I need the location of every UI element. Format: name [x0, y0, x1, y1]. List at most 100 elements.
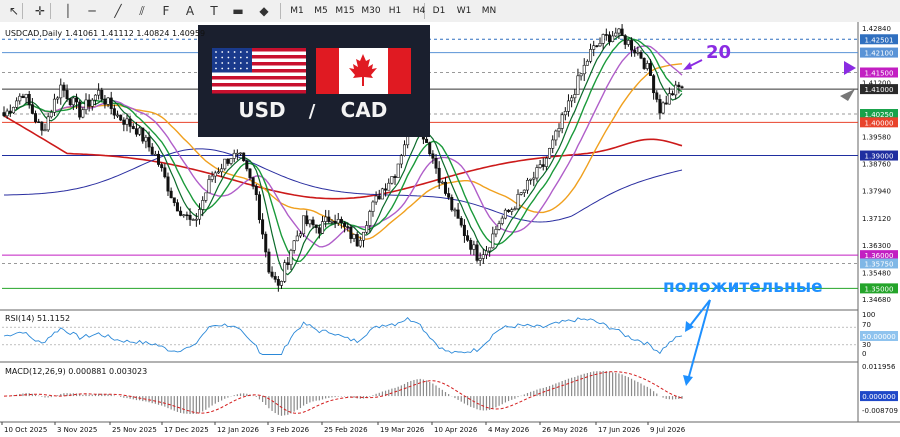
ma-period-annotation: 20 [706, 42, 731, 63]
text-icon[interactable]: A [182, 3, 198, 19]
candle-body [595, 45, 599, 47]
candle-body [349, 226, 353, 239]
candle-body [298, 233, 302, 237]
candle-body [358, 239, 362, 247]
candle-body [213, 172, 217, 177]
candle-body [141, 127, 145, 142]
candle-body [116, 114, 120, 117]
us-flag-star [221, 62, 224, 64]
candle-body [43, 129, 47, 132]
candle-body [623, 35, 627, 45]
us-flag-star [233, 56, 236, 59]
us-flag-star [246, 67, 248, 70]
candle-body [52, 98, 56, 113]
candle-body [11, 106, 15, 114]
candle-body [100, 89, 104, 100]
candle-body [437, 167, 441, 183]
cursor-arrow-icon[interactable]: ↖ [6, 3, 22, 19]
time-axis-label: 26 May 2026 [542, 426, 588, 434]
price-axis-label: 1.35480 [862, 269, 891, 277]
crosshair-icon[interactable]: ✛ [32, 3, 48, 19]
toolbar-separator [50, 3, 51, 19]
candle-body [503, 209, 507, 219]
price-tag-text: 1.42100 [865, 50, 894, 58]
candle-body [399, 155, 403, 165]
timeframe-m5[interactable]: M5 [311, 3, 331, 19]
candle-body [488, 247, 492, 252]
us-flag-stripe [212, 86, 306, 90]
candle-body [97, 89, 101, 96]
us-flag-stripe [212, 72, 306, 76]
timeframe-m15[interactable]: M15 [334, 3, 356, 19]
price-axis-label: 1.36300 [862, 242, 891, 250]
us-flag-star [246, 62, 248, 64]
candle-body [71, 97, 75, 106]
timeframe-w1[interactable]: W1 [454, 3, 474, 19]
candle-body [248, 168, 252, 178]
candle-body [185, 214, 189, 217]
shapes-dropdown-icon[interactable]: ◆ [256, 3, 272, 19]
candle-body [664, 102, 668, 105]
candle-body [371, 201, 375, 212]
candle-body [78, 101, 82, 118]
candle-body [428, 142, 432, 155]
horizontal-line-icon[interactable]: ─ [84, 3, 100, 19]
candle-body [352, 234, 356, 239]
candle-body [674, 84, 678, 96]
candle-body [131, 126, 135, 129]
timeframe-m30[interactable]: M30 [360, 3, 382, 19]
candle-body [308, 219, 312, 225]
candle-body [636, 51, 640, 54]
price-tag-text: 1.41500 [865, 70, 894, 78]
candle-body [220, 168, 224, 173]
candle-body [402, 144, 406, 156]
timeframe-m1[interactable]: M1 [288, 3, 306, 19]
price-tag-text: 1.42501 [865, 36, 894, 44]
candle-body [563, 111, 567, 116]
candle-body [34, 113, 38, 123]
candle-body [535, 167, 539, 179]
vertical-line-icon[interactable]: │ [60, 3, 76, 19]
macd-label: MACD(12,26,9) 0.000881 0.003023 [5, 367, 147, 376]
timeframe-h1[interactable]: H1 [386, 3, 404, 19]
rsi-axis-label: 70 [862, 321, 871, 329]
price-axis-label: 1.37940 [862, 188, 891, 196]
candle-body [336, 219, 340, 224]
candle-body [374, 195, 378, 203]
fibonacci-icon[interactable]: F [158, 3, 174, 19]
candle-body [239, 152, 243, 155]
label-icon[interactable]: T [206, 3, 222, 19]
candle-body [601, 34, 605, 44]
time-axis-label: 17 Jun 2026 [598, 426, 641, 434]
us-flag-stripe [212, 83, 306, 87]
candle-body [201, 200, 205, 210]
candle-body [261, 219, 265, 235]
candle-body [667, 93, 671, 105]
candle-body [125, 118, 129, 125]
trendline-icon[interactable]: ╱ [110, 3, 126, 19]
candle-body [484, 250, 488, 255]
price-axis-label: 1.39580 [862, 133, 891, 141]
candle-body [264, 233, 268, 253]
rectangle-icon[interactable]: ▬ [230, 3, 246, 19]
candle-body [90, 99, 94, 107]
candle-body [283, 262, 287, 282]
us-flag-star [233, 67, 236, 70]
channel-icon[interactable]: ⫽ [134, 3, 150, 19]
candle-body [75, 97, 79, 103]
candle-body [327, 216, 331, 222]
candle-body [652, 75, 656, 94]
candle-body [573, 94, 577, 99]
candle-body [639, 51, 643, 59]
candle-body [570, 97, 574, 102]
chart-area[interactable]: 50.00000 100 70 300 0.000000 0.011956 -0.0087… [0, 22, 900, 437]
timeframe-d1[interactable]: D1 [430, 3, 448, 19]
canada-flag-icon [316, 48, 411, 94]
timeframe-mn[interactable]: MN [478, 3, 500, 19]
candle-body [510, 209, 514, 212]
candle-body [365, 225, 369, 233]
candle-body [516, 194, 520, 210]
timeframe-h4[interactable]: H4 [410, 3, 428, 19]
candle-body [434, 157, 438, 169]
candle-body [519, 192, 523, 195]
